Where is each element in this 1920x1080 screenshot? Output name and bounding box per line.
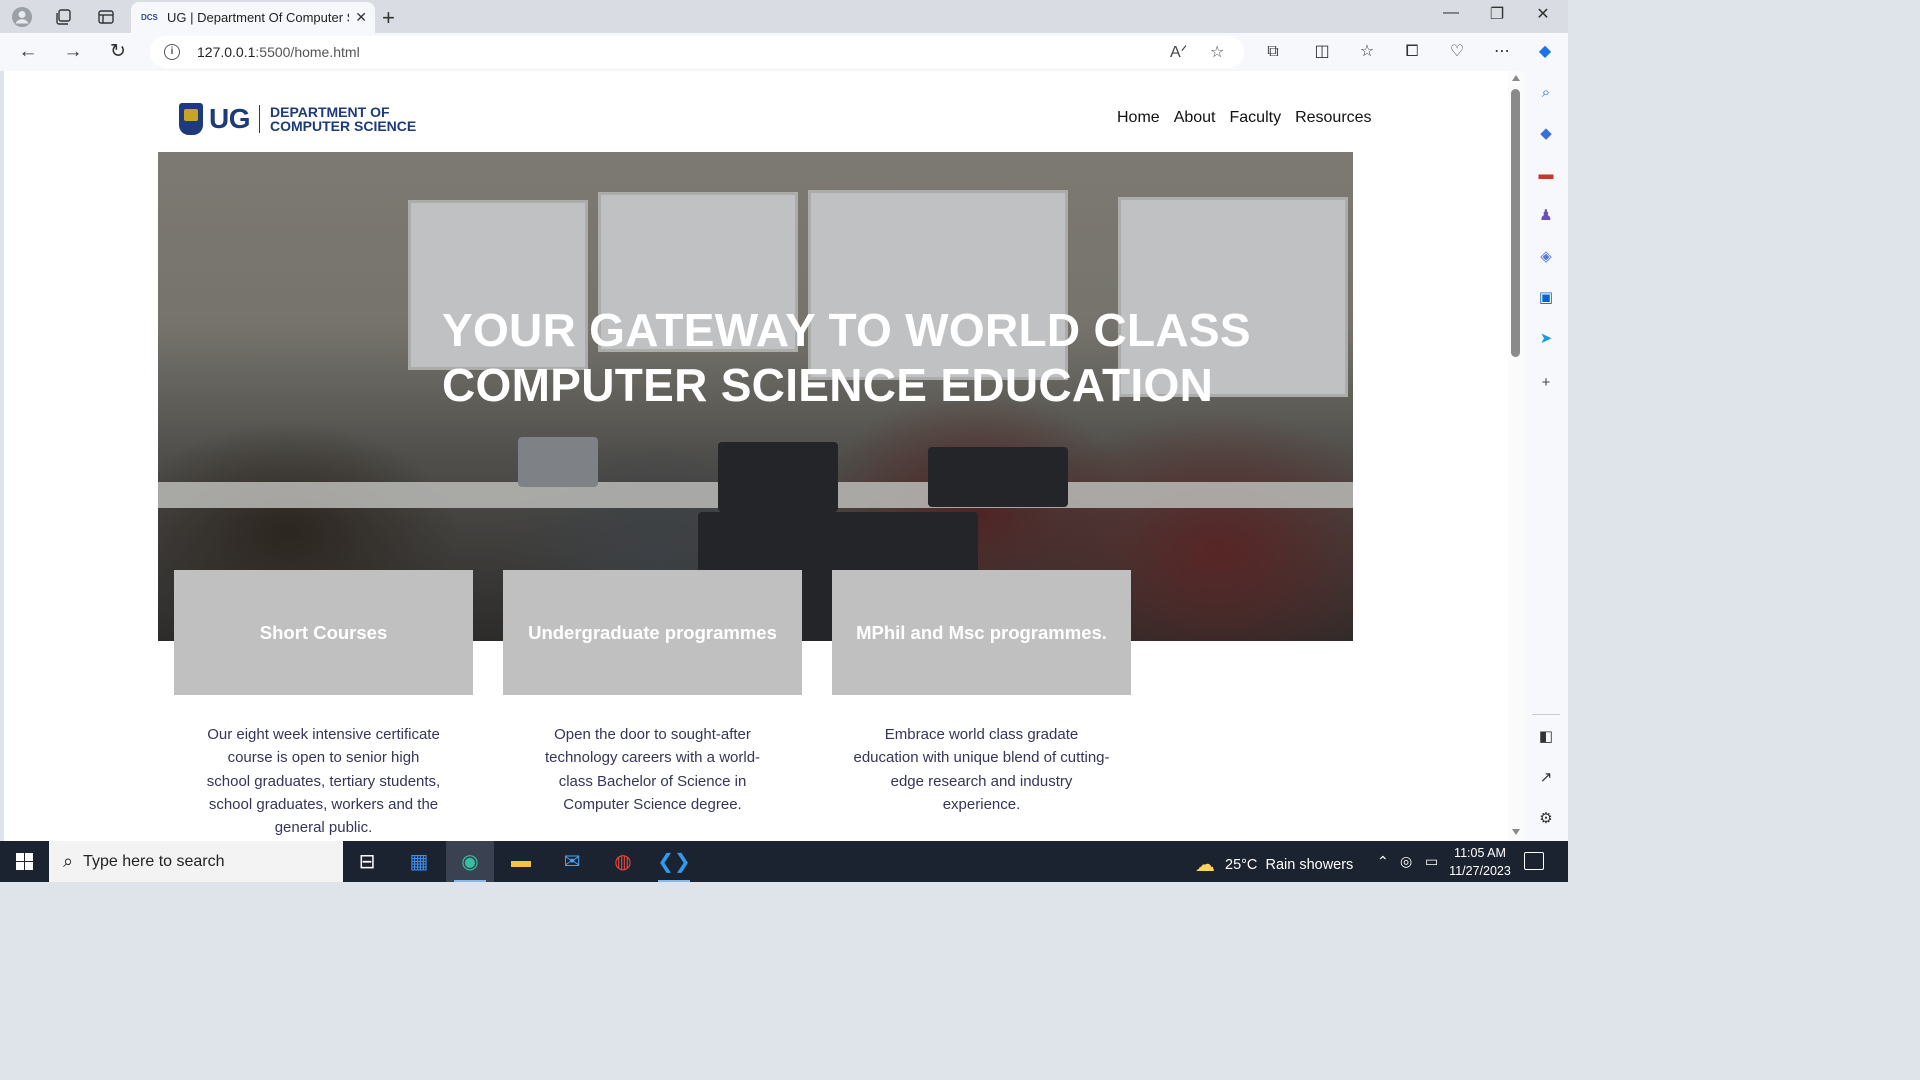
taskbar-search-placeholder: Type here to search bbox=[83, 852, 225, 870]
forward-icon[interactable]: → bbox=[62, 41, 84, 63]
refresh-icon[interactable]: ↻ bbox=[107, 41, 129, 63]
workspaces-icon[interactable] bbox=[52, 6, 74, 28]
file-explorer-icon[interactable]: ▬ bbox=[497, 841, 545, 882]
sidebar-divider bbox=[1532, 714, 1560, 715]
collections-icon[interactable]: ⧠ bbox=[1401, 41, 1423, 63]
active-tab[interactable]: DCS UG | Department Of Computer Science … bbox=[131, 2, 375, 33]
copilot-icon[interactable]: ◆ bbox=[1534, 41, 1556, 63]
search-icon: ⌕ bbox=[63, 851, 74, 871]
outlook-icon[interactable]: ▣ bbox=[1536, 288, 1556, 308]
hide-sidebar-icon[interactable]: ◧ bbox=[1536, 727, 1556, 747]
main-nav: Home About Faculty Resources bbox=[1117, 109, 1372, 127]
browser-toolbar: ← → ↻ i 127.0.0.1:5500/home.html A͏ᐟ ☆ ⧉… bbox=[0, 33, 1568, 71]
start-button[interactable] bbox=[0, 841, 48, 882]
scroll-up-icon[interactable] bbox=[1512, 75, 1520, 81]
hero-headline: YOUR GATEWAY TO WORLD CLASS COMPUTER SCI… bbox=[442, 303, 1262, 413]
show-hidden-icons-icon[interactable]: ⌃ bbox=[1377, 853, 1389, 870]
active-indicator bbox=[658, 880, 690, 882]
card-description: Open the door to sought-after technology… bbox=[544, 726, 761, 813]
card-title: Short Courses bbox=[259, 621, 388, 643]
url-text[interactable]: 127.0.0.1:5500/home.html bbox=[197, 44, 360, 60]
tools-icon[interactable]: ▬ bbox=[1536, 165, 1556, 185]
site-logo[interactable]: UG DEPARTMENT OF COMPUTER SCIENCE bbox=[179, 103, 416, 135]
windows-logo-icon bbox=[15, 853, 33, 870]
nav-faculty[interactable]: Faculty bbox=[1230, 109, 1282, 127]
scroll-thumb[interactable] bbox=[1511, 89, 1520, 357]
address-bar[interactable]: i 127.0.0.1:5500/home.html A͏ᐟ ☆ bbox=[150, 36, 1244, 68]
clock-time: 11:05 AM bbox=[1454, 846, 1506, 860]
extensions-icon[interactable]: ⧉ bbox=[1262, 41, 1284, 63]
logo-department: DEPARTMENT OF COMPUTER SCIENCE bbox=[270, 105, 416, 133]
card-title: Undergraduate programmes bbox=[528, 621, 777, 643]
split-screen-icon[interactable]: ◫ bbox=[1311, 41, 1333, 63]
card-title: MPhil and Msc programmes. bbox=[856, 621, 1107, 643]
logo-divider bbox=[259, 105, 260, 133]
profile-icon[interactable] bbox=[11, 6, 33, 28]
active-indicator bbox=[454, 880, 486, 882]
window-close-icon[interactable]: ✕ bbox=[1520, 4, 1566, 24]
edge-sidebar: ⌕ ◆ ▬ ♟ ◈ ▣ ➤ + ◧ ↗ ⚙ bbox=[1524, 71, 1568, 841]
rain-cloud-icon: ☁ bbox=[1195, 854, 1215, 876]
page-scrollbar[interactable] bbox=[1508, 71, 1524, 841]
battery-icon[interactable]: ▭ bbox=[1425, 853, 1438, 870]
vertical-tabs-icon[interactable] bbox=[95, 6, 117, 28]
favorites-icon[interactable]: ☆ bbox=[1356, 41, 1378, 63]
url-host: 127.0.0.1 bbox=[197, 44, 256, 60]
card-description: Our eight week intensive certificate cou… bbox=[206, 726, 441, 837]
microsoft-store-icon[interactable]: ▦ bbox=[395, 841, 443, 882]
edge-taskbar-icon[interactable]: ◉ bbox=[446, 841, 494, 882]
games-icon[interactable]: ♟ bbox=[1536, 206, 1556, 226]
microsoft365-icon[interactable]: ◈ bbox=[1536, 247, 1556, 267]
nav-resources[interactable]: Resources bbox=[1295, 109, 1371, 127]
favorite-star-icon[interactable]: ☆ bbox=[1210, 42, 1224, 62]
card-mphil-msc[interactable]: MPhil and Msc programmes. bbox=[832, 570, 1131, 695]
weather-desc: Rain showers bbox=[1265, 856, 1354, 873]
card-undergraduate[interactable]: Undergraduate programmes bbox=[503, 570, 802, 695]
browser-tab-bar: DCS UG | Department Of Computer Science … bbox=[0, 0, 1568, 33]
restore-icon[interactable]: ❐ bbox=[1474, 4, 1520, 24]
shopping-tag-icon[interactable]: ◆ bbox=[1536, 124, 1556, 144]
url-path: :5500/home.html bbox=[255, 44, 360, 60]
settings-gear-icon[interactable]: ⚙ bbox=[1536, 809, 1556, 829]
chrome-icon[interactable]: ◍ bbox=[599, 841, 647, 882]
site-info-icon[interactable]: i bbox=[164, 44, 180, 60]
tab-title: UG | Department Of Computer Science bbox=[167, 10, 349, 25]
hero-banner: YOUR GATEWAY TO WORLD CLASS COMPUTER SCI… bbox=[158, 152, 1353, 641]
back-icon[interactable]: ← bbox=[17, 41, 39, 63]
taskbar-clock[interactable]: 11:05 AM 11/27/2023 bbox=[1440, 844, 1520, 880]
search-icon[interactable]: ⌕ bbox=[1536, 83, 1556, 103]
page-viewport: UG DEPARTMENT OF COMPUTER SCIENCE Home A… bbox=[4, 71, 1508, 841]
logo-ug-text: UG bbox=[209, 103, 251, 134]
clock-date: 11/27/2023 bbox=[1449, 864, 1511, 878]
nav-about[interactable]: About bbox=[1174, 109, 1216, 127]
add-sidebar-app-icon[interactable]: + bbox=[1536, 373, 1556, 393]
new-tab-icon[interactable]: + bbox=[382, 5, 395, 31]
card-short-courses[interactable]: Short Courses bbox=[174, 570, 473, 695]
vscode-icon[interactable]: ❮❯ bbox=[650, 841, 698, 882]
send-icon[interactable]: ➤ bbox=[1536, 329, 1556, 349]
open-external-icon[interactable]: ↗ bbox=[1536, 768, 1556, 788]
hero-headline-line1: YOUR GATEWAY TO WORLD CLASS bbox=[442, 304, 1251, 356]
tab-close-icon[interactable]: ✕ bbox=[355, 9, 367, 26]
scroll-down-icon[interactable] bbox=[1512, 829, 1520, 835]
logo-dept-line2: COMPUTER SCIENCE bbox=[270, 118, 417, 134]
more-menu-icon[interactable]: ⋯ bbox=[1491, 41, 1513, 63]
task-view-icon[interactable]: ⊟ bbox=[343, 841, 391, 882]
network-globe-icon[interactable]: ◎ bbox=[1400, 853, 1412, 870]
mail-icon[interactable]: ✉ bbox=[548, 841, 596, 882]
browser-essentials-icon[interactable]: ♡ bbox=[1446, 41, 1468, 63]
ug-crest-icon bbox=[179, 103, 203, 135]
logo-dept-line1: DEPARTMENT OF bbox=[270, 104, 390, 120]
tab-favicon: DCS bbox=[141, 12, 158, 22]
weather-widget[interactable]: ☁ 25°C Rain showers bbox=[1195, 852, 1353, 877]
hero-headline-line2: COMPUTER SCIENCE EDUCATION bbox=[442, 359, 1214, 411]
taskbar-search[interactable]: ⌕ Type here to search bbox=[49, 841, 343, 882]
windows-taskbar: ⌕ Type here to search ⊟ ▦ ◉ ▬ ✉ ◍ ❮❯ ☁ 2… bbox=[0, 841, 1568, 882]
nav-home[interactable]: Home bbox=[1117, 109, 1160, 127]
read-aloud-icon[interactable]: A͏ᐟ bbox=[1170, 42, 1187, 62]
notifications-icon[interactable] bbox=[1524, 852, 1544, 870]
minimize-icon[interactable]: — bbox=[1428, 4, 1474, 22]
weather-temp: 25°C bbox=[1225, 856, 1258, 873]
card-description: Embrace world class gradate education wi… bbox=[853, 726, 1110, 813]
